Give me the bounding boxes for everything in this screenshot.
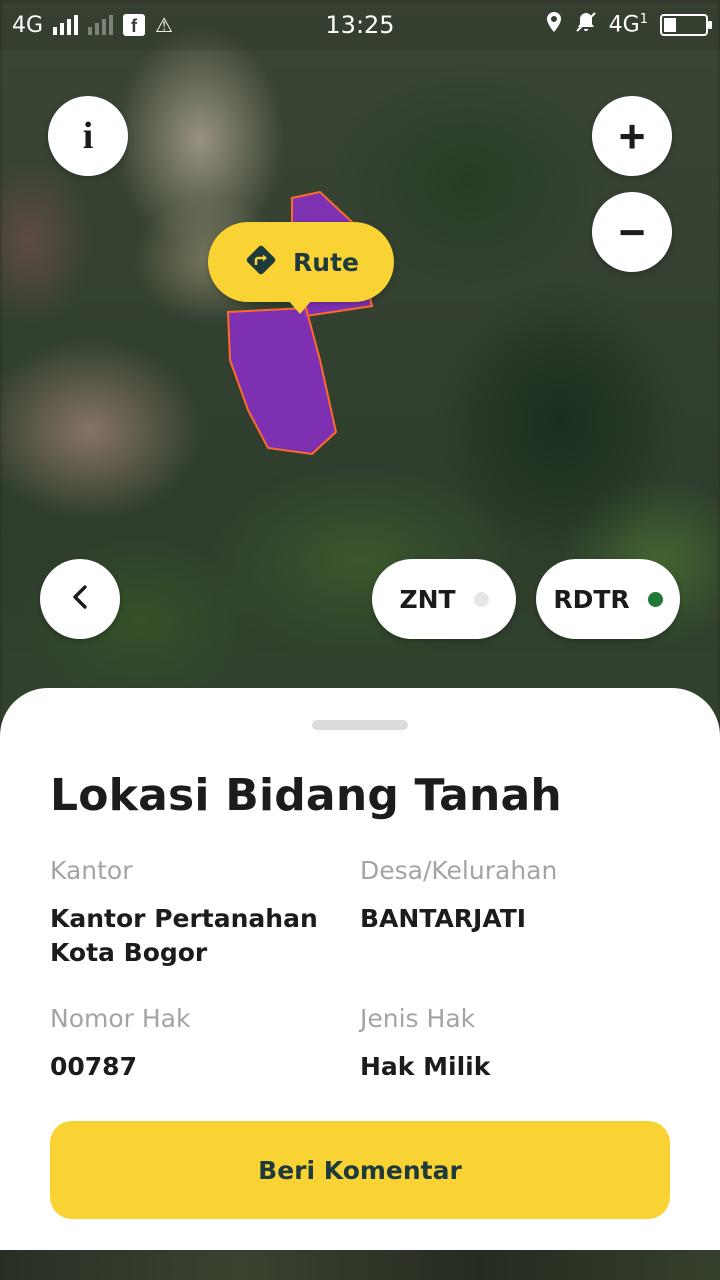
desa-label: Desa/Kelurahan — [360, 856, 558, 885]
route-button[interactable]: Rute — [208, 222, 394, 314]
status-bar: 4G f ⚠ 13:25 4G1 — [0, 0, 720, 50]
sheet-drag-handle[interactable] — [312, 720, 408, 730]
znt-layer-toggle[interactable]: ZNT — [372, 559, 516, 639]
kantor-label: Kantor — [50, 856, 133, 885]
rdtr-label: RDTR — [553, 584, 630, 614]
notifications-muted-icon — [575, 11, 597, 39]
parcel-info-sheet: Lokasi Bidang Tanah Kantor Kantor Pertan… — [0, 688, 720, 1250]
comment-button[interactable]: Beri Komentar — [50, 1121, 670, 1219]
location-icon — [545, 11, 563, 39]
znt-label: ZNT — [399, 584, 456, 614]
directions-icon — [243, 242, 279, 282]
signal-strength-icon — [53, 15, 79, 35]
battery-icon — [660, 14, 712, 36]
network-type-left: 4G — [12, 12, 44, 38]
land-parcel-south[interactable] — [226, 306, 338, 456]
nomor-hak-label: Nomor Hak — [50, 1004, 191, 1033]
nomor-hak-value: 00787 — [50, 1052, 137, 1081]
map-bottom-strip — [0, 1250, 720, 1280]
info-icon: i — [82, 115, 94, 157]
plus-icon: + — [618, 110, 646, 162]
zoom-out-button[interactable]: − — [592, 192, 672, 272]
znt-status-dot — [473, 591, 489, 607]
minus-icon: − — [618, 206, 646, 258]
info-button[interactable]: i — [48, 96, 128, 176]
status-left: 4G f ⚠ — [12, 13, 173, 38]
jenis-hak-value: Hak Milik — [360, 1052, 491, 1081]
network-type-right: 4G1 — [608, 12, 648, 38]
warning-notification-icon: ⚠ — [155, 13, 173, 37]
zoom-in-button[interactable]: + — [592, 96, 672, 176]
chevron-left-icon — [70, 583, 90, 616]
route-label: Rute — [293, 247, 359, 277]
facebook-notification-icon: f — [123, 14, 146, 36]
back-button[interactable] — [40, 559, 120, 639]
status-right: 4G1 — [545, 11, 712, 39]
jenis-hak-label: Jenis Hak — [360, 1004, 476, 1033]
desa-value: BANTARJATI — [360, 904, 527, 933]
rdtr-layer-toggle[interactable]: RDTR — [536, 559, 680, 639]
sheet-title: Lokasi Bidang Tanah — [50, 770, 562, 821]
kantor-value: Kantor Pertanahan Kota Bogor — [50, 904, 318, 967]
rdtr-status-dot — [647, 591, 663, 607]
signal-strength-secondary-icon — [88, 15, 114, 35]
